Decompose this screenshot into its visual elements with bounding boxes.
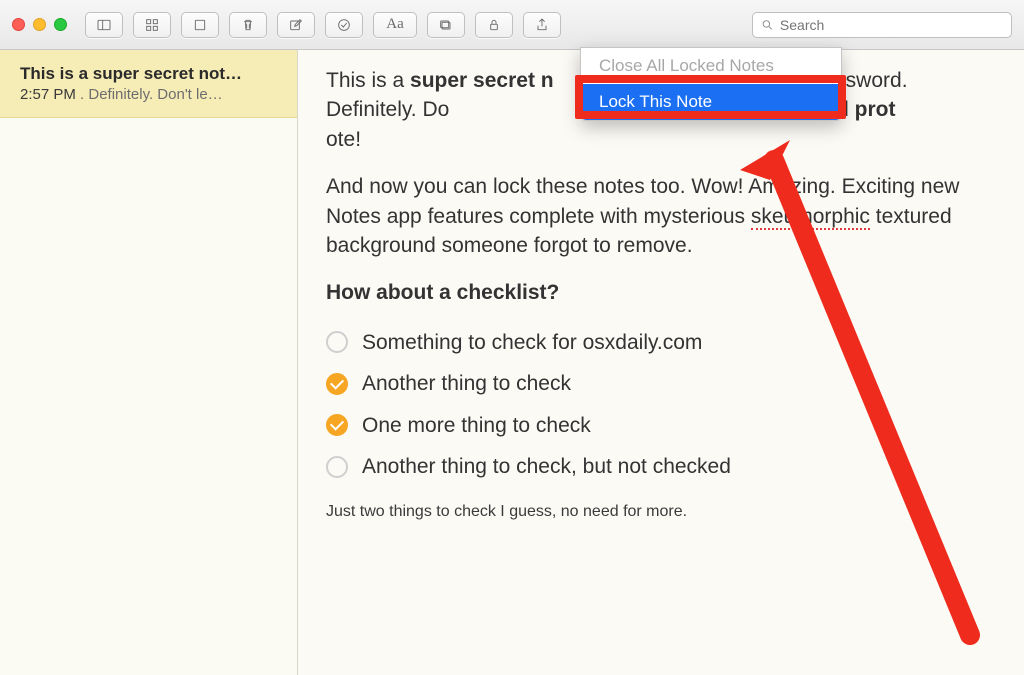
toolbar: Aa: [0, 0, 1024, 50]
format-button[interactable]: Aa: [373, 12, 417, 38]
lock-dropdown-menu: Close All Locked Notes Lock This Note: [580, 47, 842, 121]
note-item-meta: 2:57 PM . Definitely. Don't le…: [20, 86, 281, 103]
note-paragraph: Just two things to check I guess, no nee…: [326, 501, 996, 523]
share-icon: [534, 17, 550, 33]
checklist-item-label: Another thing to check: [362, 369, 571, 398]
menu-item-lock-this-note[interactable]: Lock This Note: [581, 84, 841, 120]
checklist-item[interactable]: Another thing to check, but not checked: [326, 446, 996, 487]
note-heading: How about a checklist?: [326, 278, 996, 307]
checklist-icon: [336, 17, 352, 33]
note-list-item[interactable]: This is a super secret not… 2:57 PM . De…: [0, 50, 297, 118]
note-item-time: 2:57 PM: [20, 86, 76, 103]
close-window-button[interactable]: [12, 18, 25, 31]
checkbox-unchecked-icon[interactable]: [326, 456, 348, 478]
checklist-item[interactable]: Something to check for osxdaily.com: [326, 322, 996, 363]
checkbox-checked-icon[interactable]: [326, 414, 348, 436]
maximize-window-button[interactable]: [54, 18, 67, 31]
attachments-button[interactable]: [181, 12, 219, 38]
folders-button[interactable]: [427, 12, 465, 38]
checklist: Something to check for osxdaily.com Anot…: [326, 322, 996, 488]
search-field[interactable]: [752, 12, 1012, 38]
sidebar-icon: [96, 17, 112, 33]
checklist-item[interactable]: Another thing to check: [326, 363, 996, 404]
note-item-preview: . Definitely. Don't le…: [80, 86, 223, 103]
search-input[interactable]: [780, 17, 1003, 33]
checklist-item-label: Another thing to check, but not checked: [362, 452, 731, 481]
attachments-icon: [192, 17, 208, 33]
checkbox-unchecked-icon[interactable]: [326, 331, 348, 353]
search-icon: [761, 18, 774, 32]
format-icon: Aa: [386, 16, 404, 33]
window-controls: [12, 18, 67, 31]
grid-icon: [144, 17, 160, 33]
notes-list-sidebar: This is a super secret not… 2:57 PM . De…: [0, 50, 298, 675]
grid-view-button[interactable]: [133, 12, 171, 38]
compose-icon: [288, 17, 304, 33]
checklist-item-label: Something to check for osxdaily.com: [362, 328, 702, 357]
checkbox-checked-icon[interactable]: [326, 373, 348, 395]
content-area: This is a super secret not… 2:57 PM . De…: [0, 50, 1024, 675]
lock-button[interactable]: [475, 12, 513, 38]
note-paragraph: And now you can lock these notes too. Wo…: [326, 172, 996, 260]
checklist-item[interactable]: One more thing to check: [326, 405, 996, 446]
sidebar-toggle-button[interactable]: [85, 12, 123, 38]
lock-icon: [486, 17, 502, 33]
note-item-title: This is a super secret not…: [20, 64, 281, 84]
checklist-item-label: One more thing to check: [362, 411, 591, 440]
note-editor[interactable]: This is a super secret nd with a passwor…: [298, 50, 1024, 675]
new-note-button[interactable]: [277, 12, 315, 38]
minimize-window-button[interactable]: [33, 18, 46, 31]
trash-icon: [240, 17, 256, 33]
delete-button[interactable]: [229, 12, 267, 38]
share-button[interactable]: [523, 12, 561, 38]
menu-item-close-locked[interactable]: Close All Locked Notes: [581, 48, 841, 84]
checklist-button[interactable]: [325, 12, 363, 38]
misspelled-word: skeumorphic: [751, 205, 870, 230]
window-icon: [438, 17, 454, 33]
